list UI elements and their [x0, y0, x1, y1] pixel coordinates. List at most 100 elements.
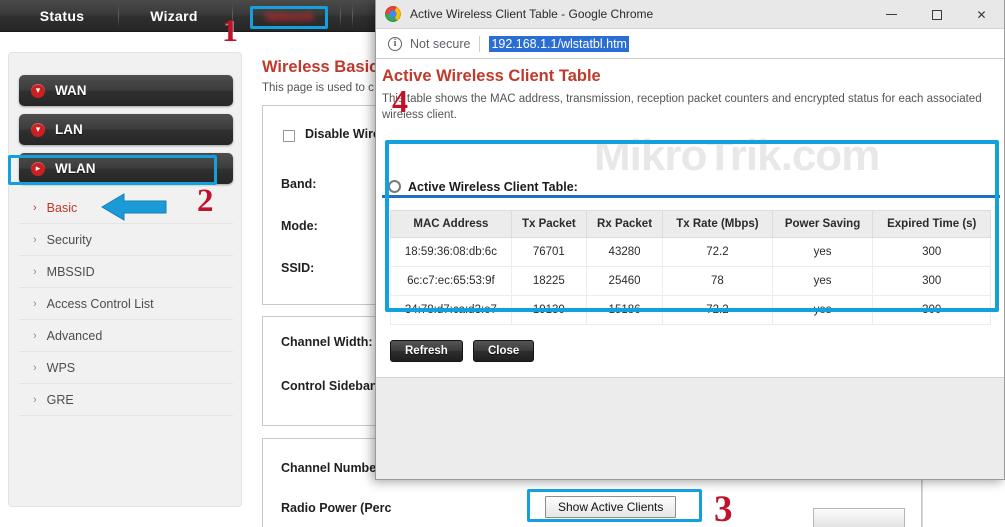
cell-expired-time: 300	[872, 237, 991, 267]
sidebar-content: ▾ WAN ▾ LAN ▸ WLAN › Basic › Security › …	[19, 75, 233, 416]
sidebar-item-gre-label: GRE	[46, 392, 74, 407]
th-mac-address: MAC Address	[390, 210, 512, 238]
omnibox-divider	[479, 35, 481, 52]
chevron-right-icon: ▸	[31, 161, 45, 176]
ssid-label: SSID:	[281, 261, 315, 275]
radio-power-label: Radio Power (Perc	[281, 501, 392, 515]
chrome-omnibox[interactable]: i Not secure 192.168.1.1/wlstatbl.htm	[376, 29, 1004, 59]
cell-mac-address: 34:78:d7:ca:d3:e7	[390, 295, 512, 325]
sidebar-item-mbssid[interactable]: › MBSSID	[19, 256, 233, 288]
sidebar-group-lan-label: LAN	[55, 122, 83, 137]
tab-wizard[interactable]: Wizard	[128, 0, 220, 32]
sidebar-item-access-control-list[interactable]: › Access Control List	[19, 288, 233, 320]
active-wireless-client-table: MAC Address Tx Packet Rx Packet Tx Rate …	[390, 210, 991, 325]
sidebar-item-advanced[interactable]: › Advanced	[19, 320, 233, 352]
minimize-icon[interactable]	[869, 0, 914, 29]
watermark: MikroTrik.com	[594, 131, 880, 180]
th-tx-rate: Tx Rate (Mbps)	[662, 210, 773, 238]
cell-tx-rate: 72.2	[662, 237, 773, 267]
popup-page-body: MikroTrik.com Active Wireless Client Tab…	[376, 59, 1004, 479]
nav-separator	[118, 4, 119, 28]
table-row: 18:59:36:08:db:6c 76701 43280 72.2 yes 3…	[390, 237, 991, 267]
chevron-right-icon: ›	[33, 201, 37, 214]
gear-icon	[388, 180, 401, 193]
tab-status-label: Status	[39, 8, 85, 24]
sidebar-group-wan[interactable]: ▾ WAN	[19, 75, 233, 106]
disable-wireless-checkbox[interactable]	[283, 130, 295, 142]
channel-width-label: Channel Width:	[281, 335, 373, 349]
nav-separator	[352, 4, 353, 28]
chevron-right-icon: ›	[33, 233, 37, 246]
annotation-number-2: 2	[197, 183, 214, 219]
th-tx-packet: Tx Packet	[510, 210, 587, 238]
table-header-row: MAC Address Tx Packet Rx Packet Tx Rate …	[390, 210, 991, 238]
cell-expired-time: 300	[872, 266, 991, 296]
cell-mac-address: 6c:c7:ec:65:53:9f	[390, 266, 512, 296]
popup-section-heading: Active Wireless Client Table:	[382, 178, 1000, 198]
chrome-popup-window: Active Wireless Client Table - Google Ch…	[375, 0, 1005, 480]
sidebar-item-security-label: Security	[46, 232, 92, 247]
chevron-right-icon: ›	[33, 329, 37, 342]
sidebar-item-advanced-label: Advanced	[46, 328, 103, 343]
screenshot-root: Status Wizard Network ▾ WAN ▾ LAN ▸ WLAN…	[0, 0, 1005, 527]
refresh-button[interactable]: Refresh	[390, 340, 463, 362]
cell-rx-packet: 25460	[585, 266, 664, 296]
sidebar-group-wan-label: WAN	[55, 83, 87, 98]
chevron-right-icon: ›	[33, 265, 37, 278]
tab-wizard-label: Wizard	[150, 8, 198, 24]
url-input[interactable]: 192.168.1.1/wlstatbl.htm	[489, 35, 629, 52]
sidebar-item-acl-label: Access Control List	[46, 296, 154, 311]
chevron-right-icon: ›	[33, 297, 37, 310]
sidebar-item-wps[interactable]: › WPS	[19, 352, 233, 384]
tab-network-label: Network	[264, 8, 314, 24]
annotation-number-1: 1	[222, 12, 238, 48]
popup-empty-area	[376, 377, 1004, 479]
close-icon[interactable]: ✕	[959, 0, 1004, 29]
show-active-clients-button[interactable]: Show Active Clients	[545, 496, 677, 518]
cell-power-saving: yes	[771, 237, 874, 267]
maximize-icon[interactable]	[914, 0, 959, 29]
cell-rx-packet: 15186	[585, 295, 664, 325]
table-row: 34:78:d7:ca:d3:e7 19130 15186 72.2 yes 3…	[390, 295, 991, 325]
radio-power-field[interactable]	[813, 508, 905, 527]
window-controls: ✕	[869, 0, 1004, 29]
sidebar-item-basic-label: Basic	[46, 200, 78, 215]
cell-tx-rate: 78	[662, 266, 773, 296]
cell-power-saving: yes	[771, 266, 874, 296]
popup-heading: Active Wireless Client Table	[382, 67, 601, 85]
th-power-saving: Power Saving	[771, 210, 874, 238]
channel-number-label: Channel Number:	[281, 461, 386, 475]
chrome-title-bar[interactable]: Active Wireless Client Table - Google Ch…	[376, 0, 1004, 29]
cell-tx-packet: 18225	[510, 266, 587, 296]
cell-mac-address: 18:59:36:08:db:6c	[390, 237, 512, 267]
mode-label: Mode:	[281, 219, 318, 233]
cell-power-saving: yes	[771, 295, 874, 325]
th-rx-packet: Rx Packet	[585, 210, 664, 238]
cell-rx-packet: 43280	[585, 237, 664, 267]
sidebar-group-wlan[interactable]: ▸ WLAN	[19, 153, 233, 184]
nav-separator	[340, 4, 341, 28]
tab-network[interactable]: Network	[250, 0, 328, 32]
sidebar-item-mbssid-label: MBSSID	[46, 264, 95, 279]
cell-tx-rate: 72.2	[662, 295, 773, 325]
th-expired-time: Expired Time (s)	[872, 210, 991, 238]
tab-status[interactable]: Status	[16, 0, 108, 32]
sidebar: ▾ WAN ▾ LAN ▸ WLAN › Basic › Security › …	[8, 52, 242, 507]
sidebar-item-security[interactable]: › Security	[19, 224, 233, 256]
cell-tx-packet: 19130	[510, 295, 587, 325]
table-row: 6c:c7:ec:65:53:9f 18225 25460 78 yes 300	[390, 266, 991, 296]
annotation-number-3: 3	[714, 489, 733, 527]
cell-tx-packet: 76701	[510, 237, 587, 267]
band-label: Band:	[281, 177, 317, 191]
chevron-right-icon: ›	[33, 361, 37, 374]
info-circle-icon[interactable]: i	[388, 36, 402, 51]
sidebar-item-gre[interactable]: › GRE	[19, 384, 233, 416]
page-description: This page is used to c	[262, 82, 374, 94]
sidebar-group-lan[interactable]: ▾ LAN	[19, 114, 233, 145]
close-button[interactable]: Close	[473, 340, 535, 362]
chrome-logo-icon	[385, 6, 401, 22]
left-arrow-icon	[101, 193, 167, 221]
cell-expired-time: 300	[872, 295, 991, 325]
popup-description: This table shows the MAC address, transm…	[382, 93, 982, 121]
sidebar-item-wps-label: WPS	[46, 360, 76, 375]
